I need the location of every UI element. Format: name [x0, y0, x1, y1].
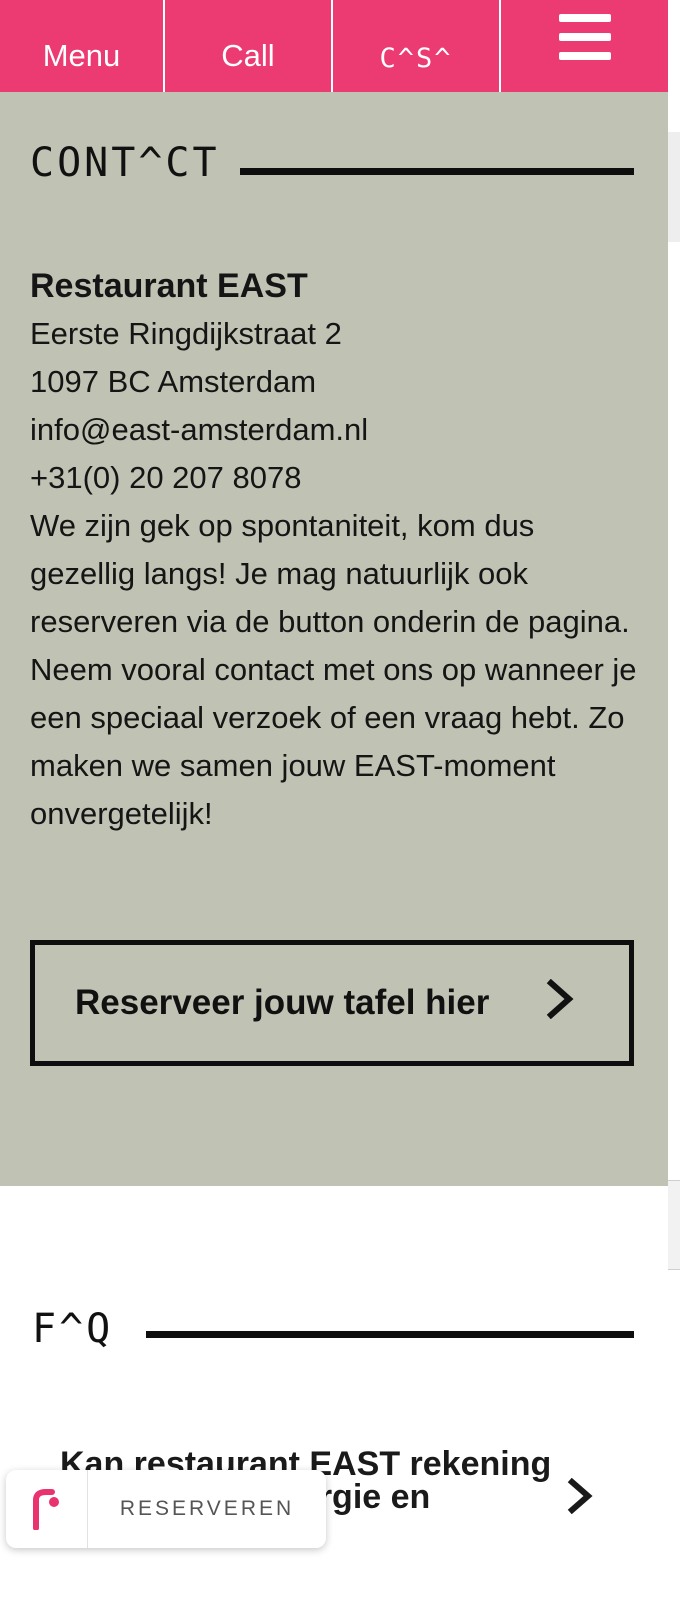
hamburger-menu-button[interactable] — [499, 0, 668, 92]
restaurant-name: Restaurant EAST — [30, 267, 308, 305]
contact-heading-rule — [240, 168, 634, 175]
scroll-track-lower — [668, 1180, 680, 1270]
contact-details: Restaurant EAST Eerste Ringdijkstraat 2 … — [30, 262, 640, 838]
menu-link-label: Menu — [42, 38, 121, 73]
city-address: 1097 BC Amsterdam — [30, 364, 317, 399]
phone-link[interactable]: +31(0) 20 207 8078 — [30, 454, 640, 502]
faq-heading: F^Q — [32, 1306, 114, 1352]
email-link[interactable]: info@east-amsterdam.nl — [30, 406, 640, 454]
top-nav-bar: Menu Call C^S^ — [0, 0, 668, 92]
menu-link[interactable]: Menu — [0, 0, 163, 92]
call-link[interactable]: Call — [163, 0, 331, 92]
street-address: Eerste Ringdijkstraat 2 — [30, 316, 342, 351]
call-link-label: Call — [221, 38, 275, 73]
chevron-right-icon — [546, 979, 574, 1019]
reserve-widget[interactable]: RESERVEREN — [6, 1470, 326, 1548]
chevron-right-icon[interactable] — [566, 1478, 596, 1514]
faq-heading-rule — [146, 1331, 634, 1338]
contact-description: We zijn gek op spontaniteit, kom dus gez… — [30, 508, 637, 831]
reserve-table-button[interactable]: Reserveer jouw tafel hier — [30, 940, 634, 1066]
casa-link-label: C^S^ — [379, 43, 453, 74]
booking-logo-icon — [6, 1470, 88, 1548]
hamburger-icon — [559, 14, 611, 60]
reserve-table-label: Reserveer jouw tafel hier — [75, 983, 490, 1022]
reserve-widget-label: RESERVEREN — [119, 1497, 295, 1520]
contact-section: CONT^CT Restaurant EAST Eerste Ringdijks… — [0, 92, 668, 1186]
casa-link[interactable]: C^S^ — [331, 0, 499, 92]
contact-heading: CONT^CT — [30, 140, 220, 186]
scroll-track-upper — [668, 132, 680, 242]
